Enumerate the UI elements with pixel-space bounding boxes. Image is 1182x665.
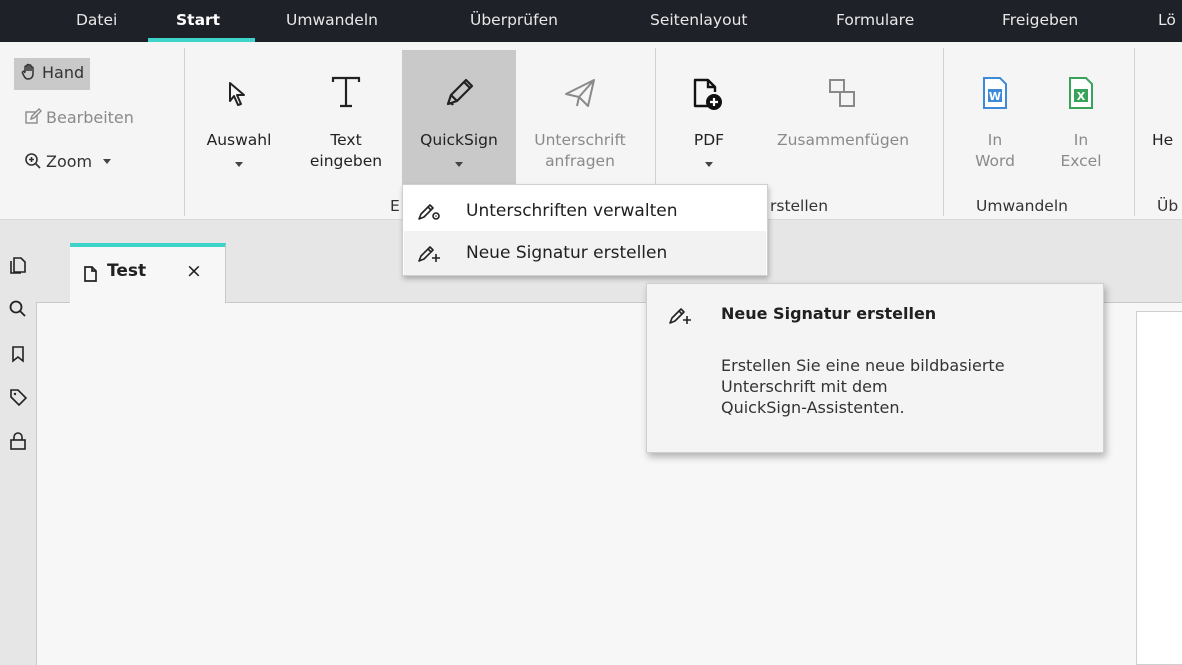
tab-datei[interactable]: Datei <box>76 0 117 42</box>
new-pdf-icon <box>693 78 722 110</box>
tooltip-body-line: QuickSign-Assistenten. <box>721 398 905 417</box>
partial-group-label: Üb <box>1157 197 1179 215</box>
quicksign-label: QuickSign <box>420 131 498 149</box>
chevron-down-icon <box>103 159 112 164</box>
cursor-icon <box>229 82 245 106</box>
chevron-down-icon <box>235 162 243 167</box>
text-input-button[interactable]: Text eingeben <box>296 50 396 186</box>
svg-text:X: X <box>1077 90 1086 103</box>
document-icon <box>84 266 97 282</box>
word-icon: W <box>983 77 1007 109</box>
search-icon[interactable] <box>8 299 28 319</box>
manage-signatures-label: Unterschriften verwalten <box>466 201 678 221</box>
text-icon <box>331 76 361 108</box>
ribbon-separator <box>1134 48 1135 216</box>
pdf-label: PDF <box>693 131 725 149</box>
tooltip-title: Neue Signatur erstellen <box>721 304 937 323</box>
new-signature-item[interactable]: Neue Signatur erstellen <box>404 231 766 275</box>
select-label: Auswahl <box>206 131 272 149</box>
pen-plus-icon <box>669 308 691 324</box>
quicksign-dropdown-menu: Unterschriften verwalten Neue Signatur e… <box>402 184 768 276</box>
bookmark-icon[interactable] <box>8 344 28 364</box>
edit-button[interactable]: Bearbeiten <box>24 103 134 133</box>
tab-seitenlayout[interactable]: Seitenlayout <box>650 0 747 42</box>
pen-icon <box>446 78 474 106</box>
tab-ueberpruefen[interactable]: Überprüfen <box>470 0 558 42</box>
text-label-line2: eingeben <box>309 152 383 170</box>
chevron-down-icon <box>705 162 713 167</box>
request-signature-button[interactable]: Unterschrift anfragen <box>516 50 644 186</box>
quicksign-button[interactable]: QuickSign <box>402 50 516 184</box>
hand-tool-button[interactable]: Hand <box>14 58 91 90</box>
merge-label: Zusammenfügen <box>776 131 910 149</box>
edit-icon <box>25 108 42 124</box>
create-pdf-button[interactable]: PDF <box>678 50 740 186</box>
new-signature-label: Neue Signatur erstellen <box>466 243 668 263</box>
ribbon-separator <box>943 48 944 216</box>
close-tab-icon[interactable]: × <box>186 260 202 282</box>
excel-icon: X <box>1069 77 1093 109</box>
to-word-button[interactable]: W In Word <box>970 50 1020 186</box>
edit-group-label: E <box>390 197 400 215</box>
lock-icon[interactable] <box>8 431 28 451</box>
document-tab-title: Test <box>107 261 147 281</box>
select-tool-button[interactable]: Auswahl <box>196 50 282 186</box>
ribbon-separator <box>184 48 185 216</box>
edit-label: Bearbeiten <box>46 108 134 127</box>
tab-freigeben[interactable]: Freigeben <box>1002 0 1078 42</box>
tooltip-body: Erstellen Sie eine neue bildbasierte Unt… <box>721 355 1091 418</box>
send-icon <box>565 79 595 107</box>
tooltip: Neue Signatur erstellen Erstellen Sie ei… <box>646 283 1104 453</box>
request-label-line2: anfragen <box>545 152 615 170</box>
text-label-line1: Text <box>330 131 362 149</box>
tooltip-body-line: Unterschrift mit dem <box>721 377 888 396</box>
partial-ribbon-button[interactable]: He <box>1152 130 1182 151</box>
merge-button[interactable]: Zusammenfügen <box>752 50 934 160</box>
request-label-line1: Unterschrift <box>534 131 626 149</box>
convert-group-label: Umwandeln <box>976 197 1068 215</box>
merge-icon <box>829 79 855 107</box>
tab-loeschen-partial[interactable]: Lö <box>1158 0 1176 42</box>
document-tab[interactable]: Test × <box>70 243 226 303</box>
zoom-label: Zoom <box>46 152 93 171</box>
hand-icon <box>21 63 34 80</box>
document-page[interactable] <box>1136 311 1182 665</box>
word-label-line1: In <box>987 131 1003 149</box>
word-label-line2: Word <box>975 152 1015 170</box>
svg-text:W: W <box>989 90 1001 103</box>
excel-label-line2: Excel <box>1060 152 1102 170</box>
tab-formulare[interactable]: Formulare <box>836 0 914 42</box>
manage-signatures-item[interactable]: Unterschriften verwalten <box>404 189 766 233</box>
tag-icon[interactable] <box>8 387 28 407</box>
create-group-label: rstellen <box>770 197 829 215</box>
hand-label: Hand <box>42 63 85 82</box>
zoom-icon <box>25 153 41 169</box>
tab-umwandeln[interactable]: Umwandeln <box>286 0 378 42</box>
pen-gear-icon <box>418 204 440 220</box>
zoom-button[interactable]: Zoom <box>24 147 112 177</box>
pen-plus-icon <box>418 246 440 262</box>
excel-label-line1: In <box>1073 131 1089 149</box>
pages-icon[interactable] <box>8 255 28 275</box>
tab-start[interactable]: Start <box>176 0 220 42</box>
menu-bar: Datei Start Umwandeln Überprüfen Seitenl… <box>0 0 1182 42</box>
to-excel-button[interactable]: X In Excel <box>1056 50 1106 186</box>
chevron-down-icon <box>455 162 463 167</box>
tooltip-body-line: Erstellen Sie eine neue bildbasierte <box>721 356 1005 375</box>
